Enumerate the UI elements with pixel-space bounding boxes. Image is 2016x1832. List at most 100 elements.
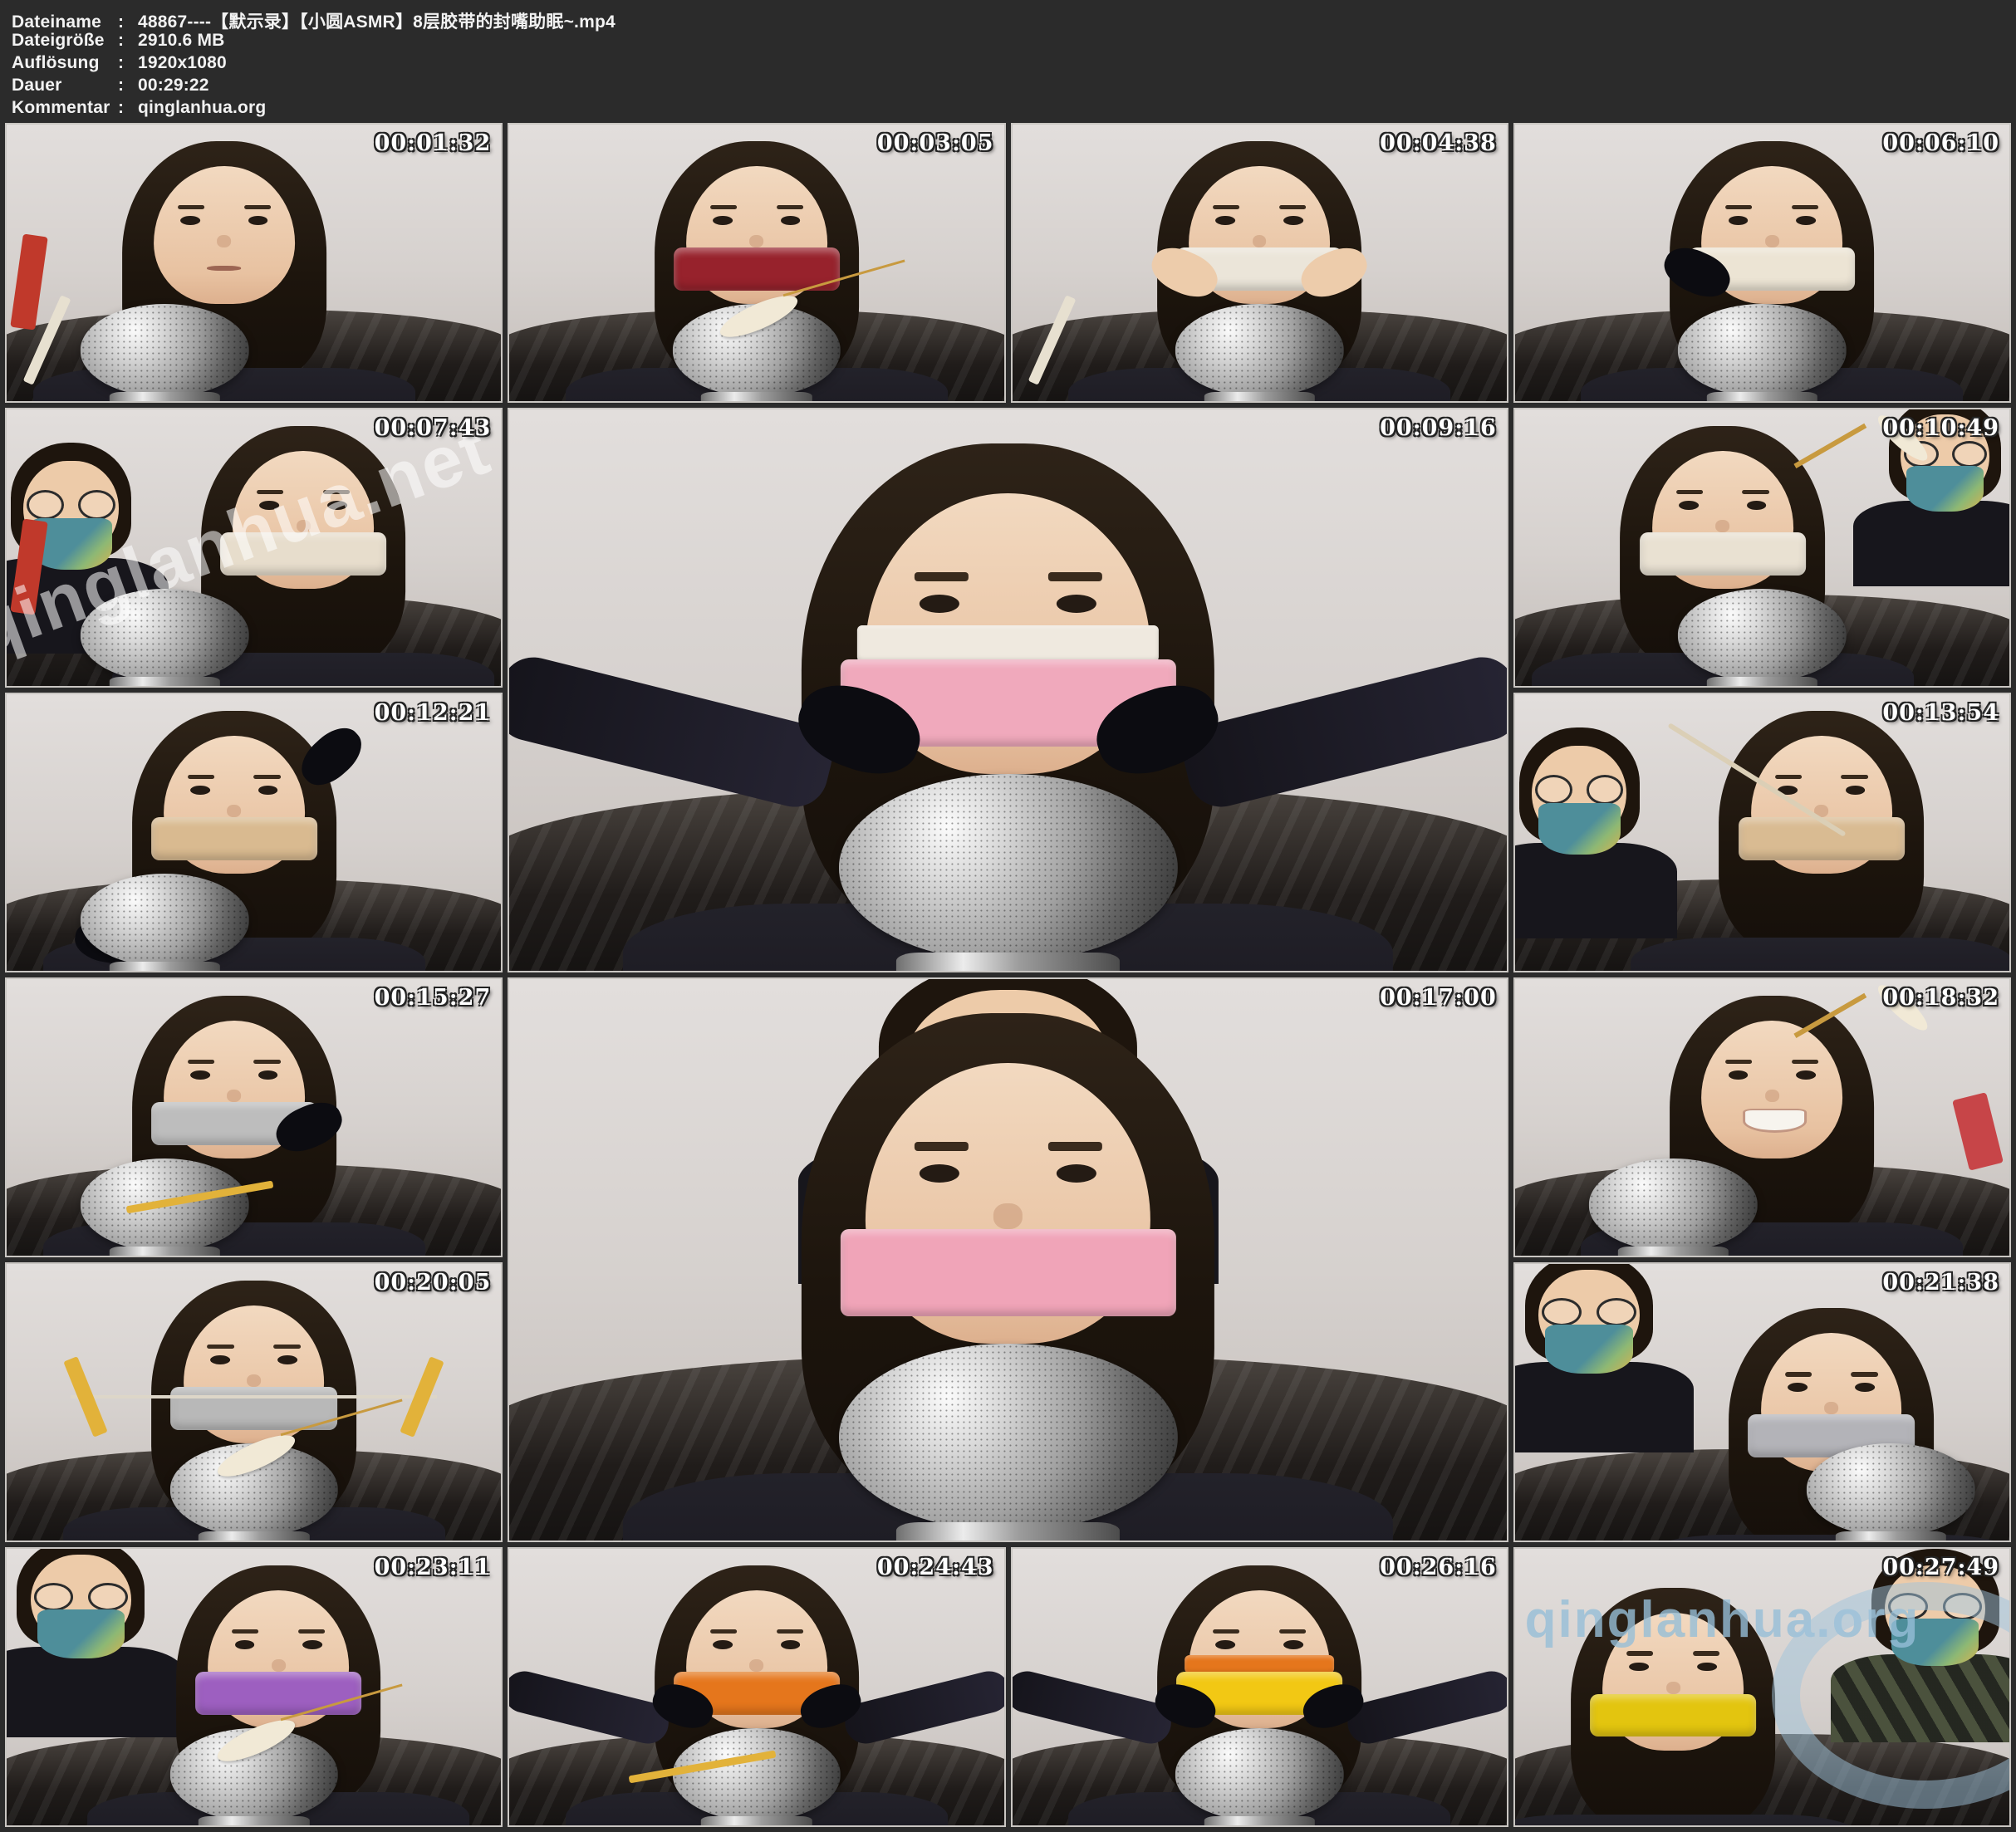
glasses-lens: [1597, 1298, 1636, 1326]
microphone: [1807, 1443, 1974, 1542]
microphone: [1678, 304, 1846, 403]
mouth-tape: [840, 1229, 1175, 1316]
eye: [1679, 501, 1699, 510]
woman-figure: [1708, 711, 1935, 972]
mouth: [208, 266, 242, 271]
microphone-base: [1707, 392, 1818, 403]
metadata-row-dauer: Dauer : 00:29:22: [12, 76, 2016, 98]
eye: [258, 786, 278, 795]
video-contact-sheet: Dateiname : 48867----【默示录】【小圆ASMR】8层胶带的封…: [0, 0, 2016, 1832]
metadata-label: Dateigröße: [12, 31, 118, 51]
eyebrow: [710, 205, 737, 210]
glasses-icon: [34, 1583, 128, 1611]
glasses-lens: [1952, 441, 1987, 468]
video-thumbnail: 00:09:16: [508, 408, 1508, 972]
video-thumbnail: 00:10:49: [1513, 408, 2011, 688]
eye: [190, 786, 210, 795]
video-thumbnail: 00:15:27: [5, 977, 503, 1257]
duration-value: 00:29:22: [138, 76, 209, 96]
glasses-lens: [78, 490, 115, 520]
glasses-lens: [27, 490, 64, 520]
second-person: [1513, 727, 1659, 927]
eyebrow: [777, 205, 803, 210]
eye: [1796, 216, 1816, 225]
microphone-base: [896, 953, 1120, 972]
nose: [227, 805, 241, 817]
eyebrow: [244, 205, 271, 210]
mouth-tape: [195, 1672, 361, 1715]
microphone-base: [110, 962, 221, 972]
face-mask: [1545, 1325, 1632, 1374]
microphone: [81, 1158, 248, 1257]
eyebrow: [915, 1142, 969, 1151]
microphone-ball: [1175, 304, 1343, 396]
eyebrow: [1213, 205, 1239, 210]
comment-value: qinglanhua.org: [138, 98, 266, 118]
timestamp-overlay: 00:17:00: [1380, 985, 1497, 1011]
video-thumbnail: 00:12:21: [5, 693, 503, 972]
nose: [217, 235, 231, 247]
video-thumbnail: 00:01:32: [5, 123, 503, 403]
video-thumbnail: 00:06:10: [1513, 123, 2011, 403]
eye: [1747, 501, 1767, 510]
mouth-tape: [1590, 1694, 1756, 1737]
mouth-tape: [1640, 532, 1806, 576]
face-mask: [1538, 803, 1621, 855]
video-thumbnail: 00:17:00: [508, 977, 1508, 1542]
face-mask: [1906, 466, 1984, 512]
nose: [227, 1090, 241, 1102]
eye: [235, 1640, 255, 1649]
metadata-separator: :: [118, 53, 138, 73]
microphone-base: [110, 392, 221, 403]
eye: [781, 216, 801, 225]
eye: [1729, 216, 1749, 225]
video-thumbnail: 00:23:11: [5, 1547, 503, 1827]
nose: [1715, 520, 1729, 532]
second-person-body: [1853, 501, 2011, 585]
video-thumbnail: 00:20:05: [5, 1262, 503, 1542]
microphone-ball: [838, 1344, 1177, 1531]
nose: [1765, 1090, 1779, 1102]
microphone-ball: [1678, 304, 1846, 396]
nose: [993, 1203, 1022, 1228]
eye: [190, 1070, 210, 1080]
thumbnail-grid: 00:01:32: [0, 123, 2016, 1832]
eye: [1630, 1663, 1650, 1672]
eye: [1856, 1383, 1876, 1392]
glasses-icon: [1542, 1298, 1636, 1326]
metadata-label: Dateiname: [12, 12, 118, 32]
second-person-body: [5, 1647, 185, 1737]
video-thumbnail: 00:18:32: [1513, 977, 2011, 1257]
metadata-separator: :: [118, 76, 138, 96]
glasses-icon: [1535, 775, 1624, 805]
timestamp-overlay: 00:24:43: [877, 1555, 994, 1580]
metadata-label: Kommentar: [12, 98, 118, 118]
microphone-ball: [1678, 589, 1846, 681]
metadata-label: Auflösung: [12, 53, 118, 73]
microphone-base: [1835, 1531, 1946, 1542]
timestamp-overlay: 00:15:27: [375, 985, 492, 1011]
glasses-lens: [34, 1583, 74, 1611]
metadata-row-kommentar: Kommentar : qinglanhua.org: [12, 98, 2016, 120]
timestamp-overlay: 00:10:49: [1882, 415, 1999, 441]
eyebrow: [178, 205, 204, 210]
metadata-label: Dauer: [12, 76, 118, 96]
eyebrow: [188, 1060, 214, 1065]
metadata-row-dateigroesse: Dateigröße : 2910.6 MB: [12, 31, 2016, 53]
nose: [1765, 235, 1779, 247]
microphone-base: [896, 1522, 1120, 1542]
microphone-base: [199, 1531, 310, 1542]
microphone: [1175, 304, 1343, 403]
eye: [180, 216, 200, 225]
mouth-tape: [151, 817, 317, 860]
eyebrow: [1047, 1142, 1101, 1151]
eye: [1846, 786, 1866, 795]
microphone: [1589, 1158, 1757, 1257]
eye: [1796, 1070, 1816, 1080]
microphone-base: [110, 677, 221, 688]
microphone-base: [1707, 677, 1818, 688]
microphone: [838, 774, 1177, 972]
microphone: [81, 874, 248, 972]
timestamp-overlay: 00:04:38: [1380, 130, 1497, 156]
video-thumbnail: 00:13:54: [1513, 693, 2011, 972]
